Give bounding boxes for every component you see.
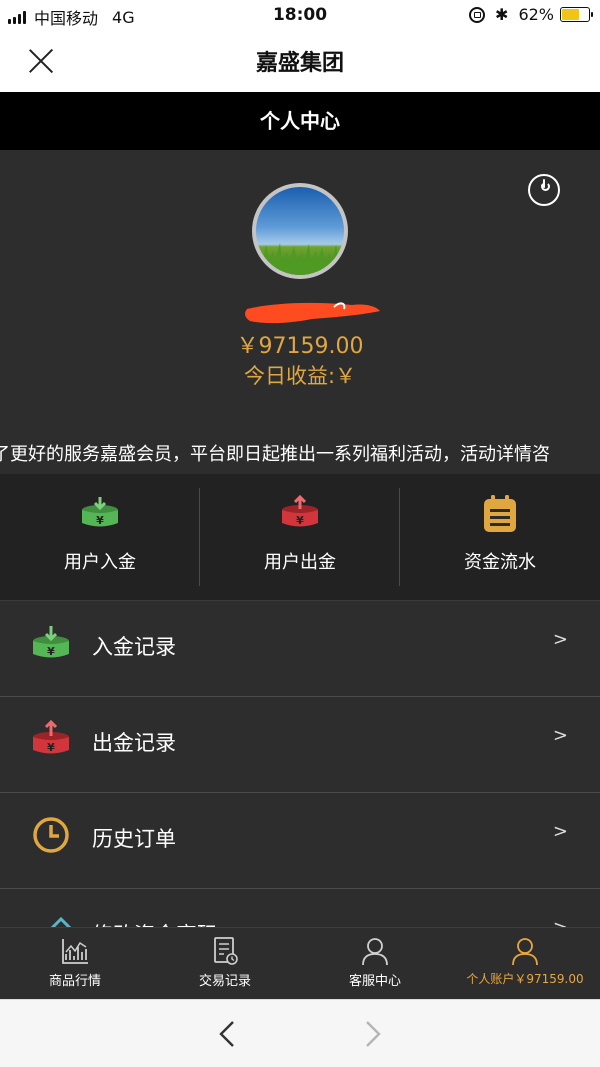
pencil-icon — [50, 916, 71, 927]
quick-actions: ¥ 用户入金 ¥ 用户出金 资金流水 — [0, 474, 600, 600]
account-main: ￥97159.00 今日收益:￥ 了更好的服务嘉盛会员，平台即日起推出一系列福利… — [0, 150, 600, 927]
battery-percent: 62% — [518, 5, 554, 24]
chevron-right-icon[interactable] — [360, 1020, 384, 1048]
svg-text:¥: ¥ — [96, 514, 104, 527]
chevron-right-icon: > — [553, 917, 568, 927]
menu-item-label: 入金记录 — [92, 635, 176, 659]
menu-item-deposit-records[interactable]: ¥ 入金记录 > — [0, 600, 600, 696]
tab-label: 交易记录 — [198, 974, 251, 989]
announcement-marquee: 了更好的服务嘉盛会员，平台即日起推出一系列福利活动，活动详情咨 — [0, 440, 600, 464]
bluetooth-icon: ✱ — [495, 5, 509, 24]
tab-bar: 商品行情 交易记录 客服中心 个人账户￥97159.00 — [0, 927, 600, 999]
deposit-icon: ¥ — [82, 497, 118, 527]
deposit-action-label: 用户入金 — [64, 552, 136, 573]
person-icon — [512, 938, 538, 966]
svg-text:¥: ¥ — [47, 741, 55, 754]
menu-item-label: 修改资金密码 — [92, 919, 218, 927]
tab-label: 客服中心 — [348, 974, 401, 989]
power-icon[interactable] — [528, 174, 560, 206]
chevron-left-icon[interactable] — [216, 1020, 240, 1048]
fund-flow-action-button[interactable]: 资金流水 — [400, 474, 600, 600]
fund-flow-action-label: 资金流水 — [464, 552, 536, 573]
username-redaction — [245, 302, 380, 324]
deposit-icon: ¥ — [33, 626, 69, 658]
grass-graphic — [256, 243, 344, 275]
chevron-right-icon: > — [552, 821, 568, 842]
menu-item-change-fund-password[interactable]: 修改资金密码 > — [0, 888, 600, 927]
withdraw-action-button[interactable]: ¥ 用户出金 — [200, 474, 400, 600]
orientation-lock-icon — [469, 6, 486, 23]
withdraw-action-label: 用户出金 — [264, 552, 336, 573]
svg-text:¥: ¥ — [296, 514, 304, 527]
chevron-right-icon: > — [552, 629, 568, 650]
chevron-right-icon: > — [552, 725, 568, 746]
clock-icon — [33, 817, 69, 853]
clipboard-icon — [484, 495, 516, 532]
tab-market[interactable]: 商品行情 — [0, 928, 150, 1000]
nav-bar: 嘉盛集团 — [0, 30, 600, 92]
nav-title: 嘉盛集团 — [255, 51, 344, 76]
page-title: 个人中心 — [0, 92, 600, 150]
balance-amount: ￥97159.00 — [236, 334, 364, 359]
avatar[interactable] — [252, 183, 348, 279]
browser-toolbar — [0, 999, 600, 1067]
announcement-text: 了更好的服务嘉盛会员，平台即日起推出一系列福利活动，活动详情咨 — [0, 444, 550, 464]
withdraw-icon: ¥ — [282, 494, 318, 527]
menu-item-order-history[interactable]: 历史订单 > — [0, 792, 600, 888]
chart-icon — [62, 939, 88, 964]
tab-customer-service[interactable]: 客服中心 — [300, 928, 450, 1000]
today-earnings: 今日收益:￥ — [243, 364, 357, 388]
menu-item-withdraw-records[interactable]: ¥ 出金记录 > — [0, 696, 600, 792]
tab-personal-account[interactable]: 个人账户￥97159.00 — [450, 928, 600, 1000]
status-bar: 中国移动 4G 18:00 ✱ 62% — [0, 0, 600, 30]
menu-item-label: 历史订单 — [92, 827, 176, 851]
battery-icon — [560, 7, 593, 22]
tab-label: 商品行情 — [48, 974, 101, 989]
withdraw-icon: ¥ — [33, 719, 69, 754]
battery-fill — [562, 9, 580, 20]
document-icon — [214, 937, 238, 965]
tab-label: 个人账户￥97159.00 — [466, 972, 584, 986]
deposit-action-button[interactable]: ¥ 用户入金 — [0, 474, 200, 600]
menu-item-label: 出金记录 — [92, 731, 176, 755]
tab-trade-records[interactable]: 交易记录 — [150, 928, 300, 1000]
svg-text:¥: ¥ — [47, 645, 55, 658]
person-icon — [362, 938, 388, 966]
account-menu: ¥ 入金记录 > ¥ 出金记录 > 历史订单 > — [0, 600, 600, 927]
